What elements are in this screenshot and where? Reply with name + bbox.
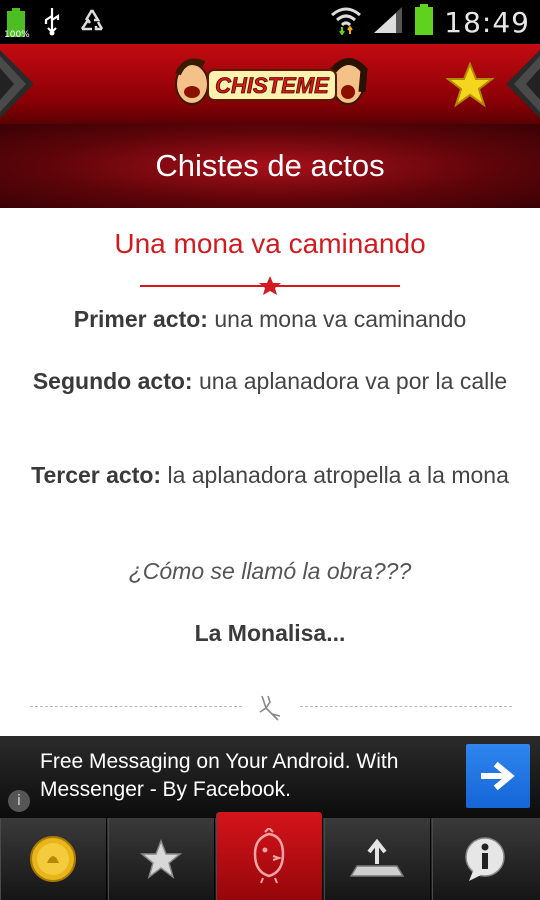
ad-text[interactable]: Free Messaging on Your Android. With Mes… [40,748,440,804]
usb-icon [42,6,62,40]
chicken-foot-icon [256,692,286,722]
ad-banner[interactable]: Free Messaging on Your Android. With Mes… [0,736,540,818]
recycle-icon [78,7,106,39]
tab-home[interactable] [216,812,323,900]
category-title: Chistes de actos [155,148,385,183]
battery-icon: 100% [4,8,30,40]
joke-question: ¿Cómo se llamó la obra??? [128,558,412,584]
tab-share[interactable] [324,818,431,900]
status-bar: 100% 18:49 [0,0,540,44]
clock: 18:49 [444,5,530,39]
nav-left-icon[interactable] [0,50,34,118]
info-icon [465,837,505,881]
chisteme-logo: CHISTEME [172,52,368,114]
act-3: Tercer acto: la aplanadora atropella a l… [20,460,520,491]
battery-percent: 100% [4,30,30,40]
category-title-bar: Chistes de actos [0,124,540,208]
ad-info-icon[interactable]: i [8,790,30,812]
tab-coin[interactable] [0,818,107,900]
bottom-tab-bar [0,812,540,900]
tab-info[interactable] [432,818,538,900]
star-icon [140,839,182,879]
act-3-label: Tercer acto: [31,462,162,488]
act-3-text: la aplanadora atropella a la mona [167,462,509,488]
logo-text: CHISTEME [215,73,330,98]
arrow-right-icon [481,761,515,791]
act-1-text: una mona va caminando [214,306,467,332]
wifi-icon [330,5,362,39]
act-1: Primer acto: una mona va caminando [20,304,520,335]
chicken-icon [253,828,285,884]
act-1-label: Primer acto: [73,306,208,332]
joke-content: Una mona va caminando Primer acto: una m… [0,208,540,736]
ad-arrow-button[interactable] [466,744,530,808]
favorite-star-icon[interactable] [445,61,495,108]
dashed-divider [30,706,242,707]
act-2-label: Segundo acto: [32,368,193,394]
star-divider-icon [140,274,400,296]
act-2: Segundo acto: una aplanadora va por la c… [20,366,520,397]
battery-icon [414,4,434,40]
app-header: CHISTEME [0,44,540,126]
act-2-text: una aplanadora va por la calle [198,368,508,394]
tab-favorites[interactable] [108,818,215,900]
dashed-divider [300,706,512,707]
coin-icon [30,836,76,882]
upload-icon [349,838,405,877]
nav-right-icon[interactable] [506,50,540,118]
joke-title: Una mona va caminando [114,228,426,259]
signal-icon [372,5,404,39]
joke-answer: La Monalisa... [194,620,346,646]
